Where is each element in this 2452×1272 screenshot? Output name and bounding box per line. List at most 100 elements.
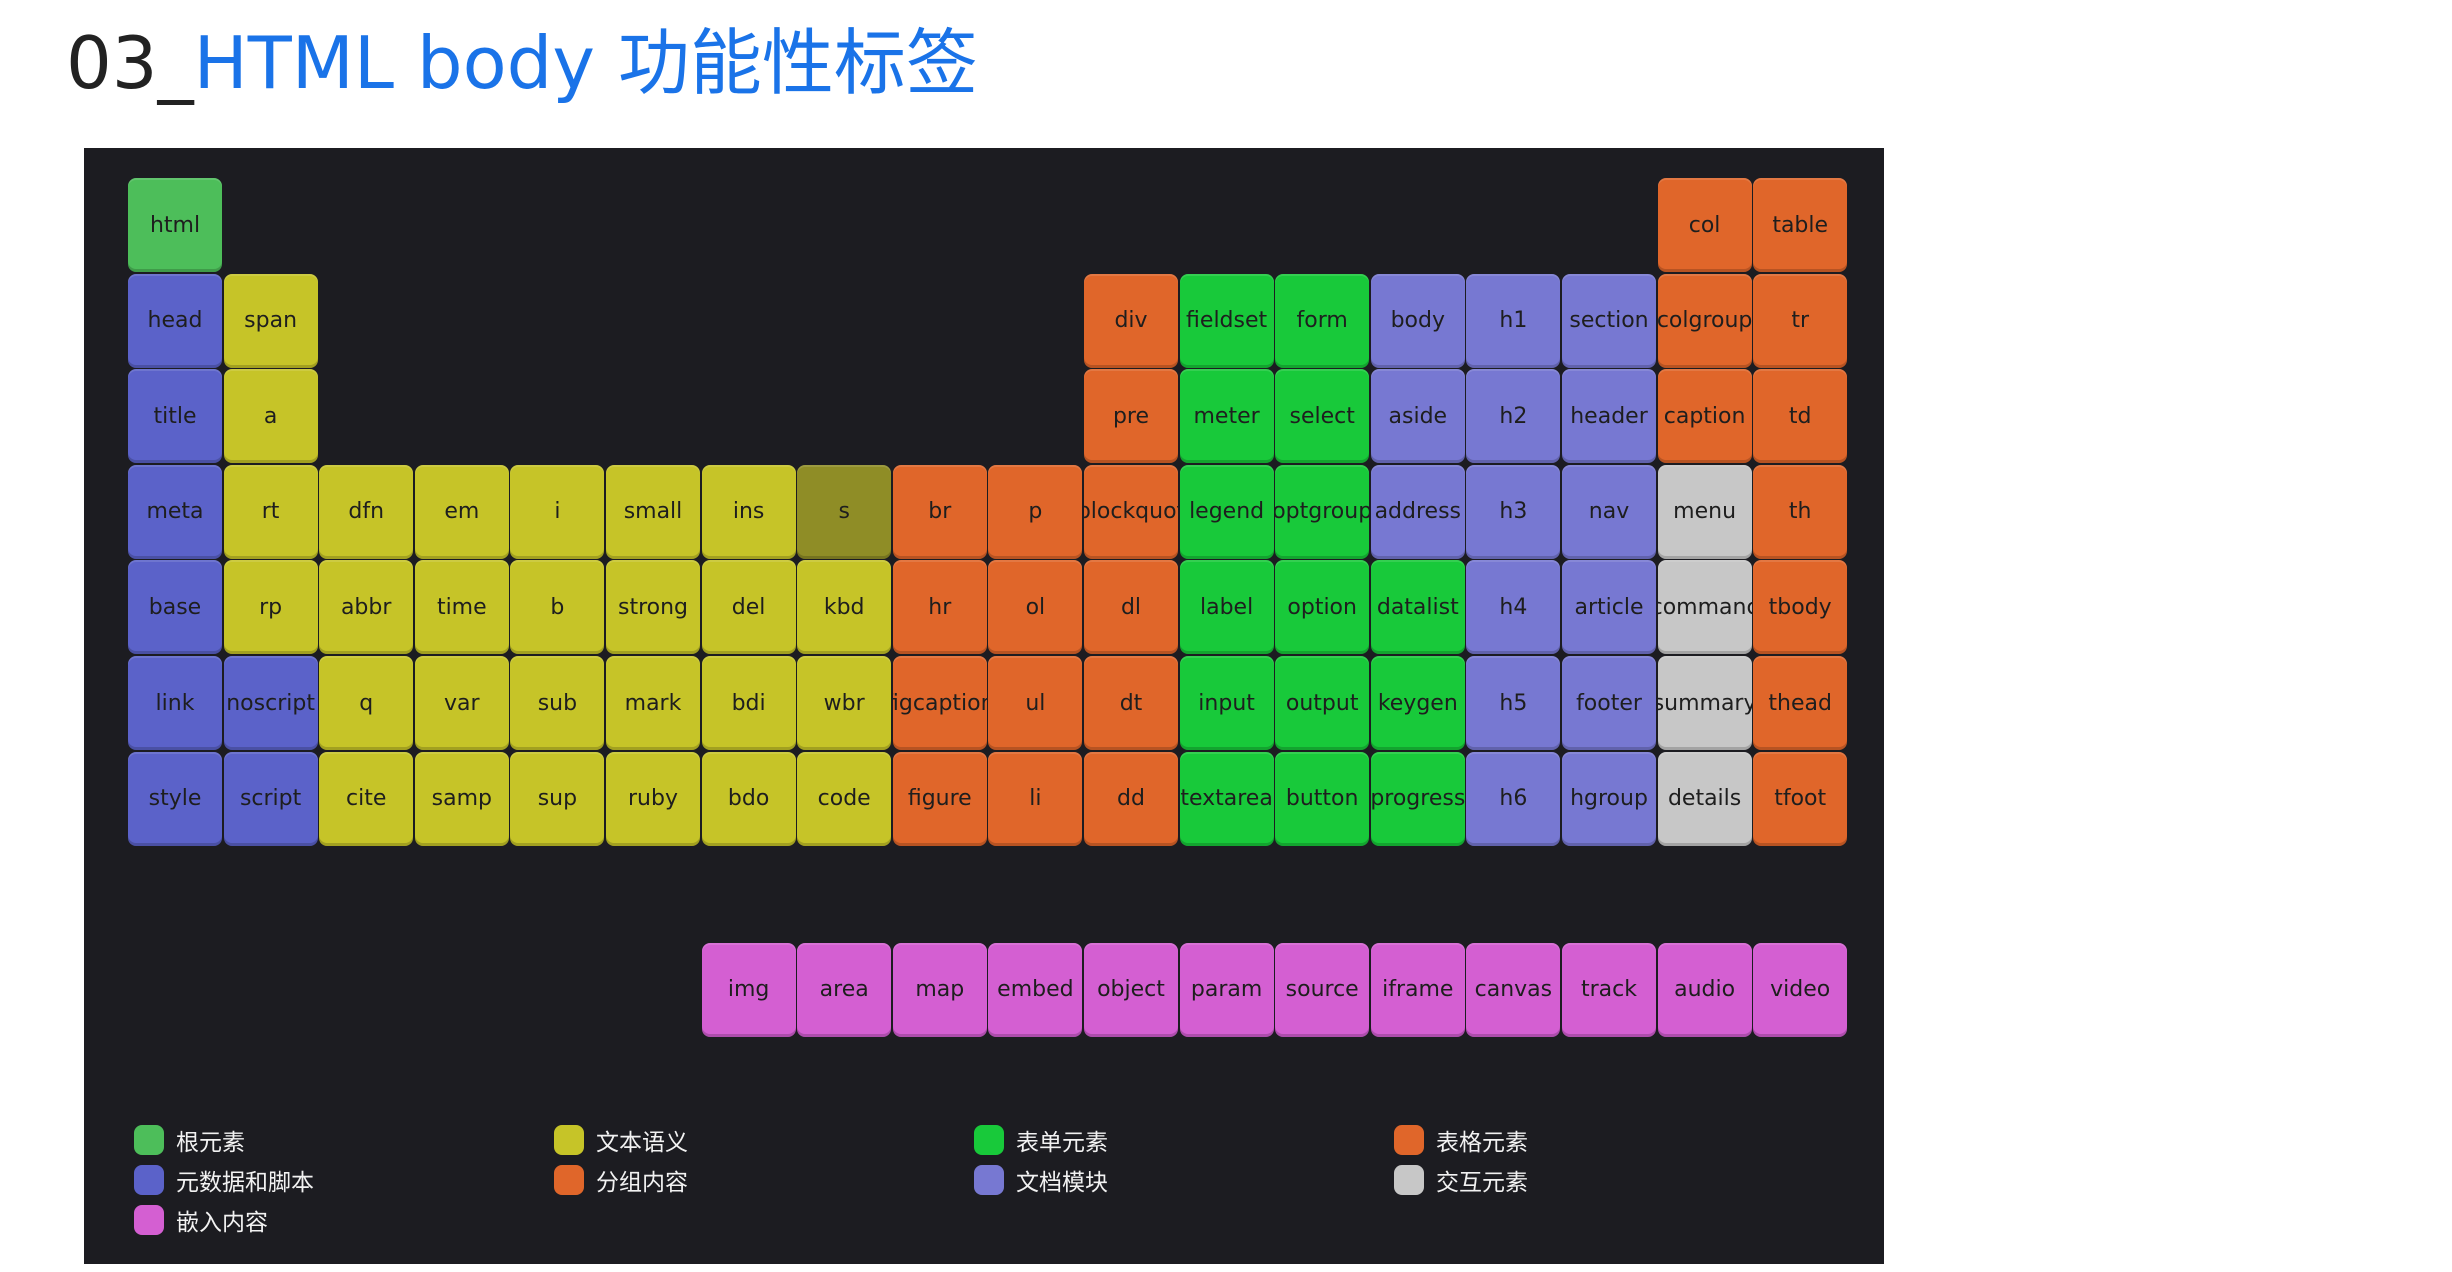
element-tile-noscript: noscript	[223, 656, 318, 750]
legend-label: 文本语义	[596, 1130, 688, 1156]
element-tile-hgroup: hgroup	[1562, 751, 1656, 846]
legend-item: 根元素	[134, 1122, 245, 1158]
element-tile-section: section	[1562, 273, 1656, 368]
element-tile-wbr: wbr	[797, 656, 892, 750]
element-tile-details: details	[1657, 751, 1752, 846]
legend-swatch	[134, 1165, 164, 1195]
legend-label: 表单元素	[1016, 1130, 1108, 1156]
element-tile-keygen: keygen	[1370, 656, 1465, 750]
element-tile-audio: audio	[1657, 942, 1752, 1037]
legend-item: 分组内容	[554, 1162, 688, 1198]
element-tile-time: time	[414, 560, 509, 655]
element-tile-tfoot: tfoot	[1753, 751, 1848, 846]
element-tile-header: header	[1562, 369, 1656, 464]
element-tile-b: b	[510, 560, 605, 655]
element-tile-link: link	[128, 656, 222, 750]
element-tile-embed: embed	[988, 942, 1083, 1037]
element-tile-small: small	[606, 464, 700, 559]
element-tile-h1: h1	[1466, 273, 1561, 368]
legend-item: 表格元素	[1394, 1122, 1528, 1158]
element-tile-track: track	[1562, 942, 1656, 1037]
element-tile-p: p	[988, 464, 1083, 559]
element-tile-mark: mark	[606, 656, 700, 750]
legend-item: 元数据和脚本	[134, 1162, 314, 1198]
element-tile-optgroup: optgroup	[1275, 464, 1370, 559]
element-tile-select: select	[1275, 369, 1370, 464]
element-tile-html: html	[128, 178, 222, 272]
element-tile-area: area	[797, 942, 892, 1037]
legend-item: 嵌入内容	[134, 1202, 268, 1238]
element-tile-hr: hr	[892, 560, 987, 655]
element-tile-span: span	[223, 273, 318, 368]
element-tile-script: script	[223, 751, 318, 846]
element-tile-rt: rt	[223, 464, 318, 559]
element-tile-output: output	[1275, 656, 1370, 750]
element-tile-del: del	[701, 560, 796, 655]
element-tile-dd: dd	[1084, 751, 1178, 846]
element-tile-colgroup: colgroup	[1657, 273, 1752, 368]
legend-swatch	[1394, 1165, 1424, 1195]
legend-item: 文档模块	[974, 1162, 1108, 1198]
element-tile-canvas: canvas	[1466, 942, 1561, 1037]
element-tile-aside: aside	[1370, 369, 1465, 464]
element-tile-div: div	[1084, 273, 1178, 368]
legend-item: 表单元素	[974, 1122, 1108, 1158]
element-tile-s: s	[797, 464, 892, 559]
element-tile-video: video	[1753, 942, 1848, 1037]
element-tile-summary: summary	[1657, 656, 1752, 750]
element-tile-h3: h3	[1466, 464, 1561, 559]
legend-label: 分组内容	[596, 1170, 688, 1196]
element-tile-textarea: textarea	[1179, 751, 1274, 846]
element-tile-option: option	[1275, 560, 1370, 655]
element-tile-tr: tr	[1753, 273, 1848, 368]
element-tile-meter: meter	[1179, 369, 1274, 464]
element-tile-article: article	[1562, 560, 1656, 655]
element-tile-ins: ins	[701, 464, 796, 559]
element-tile-sub: sub	[510, 656, 605, 750]
element-tile-th: th	[1753, 464, 1848, 559]
element-tile-i: i	[510, 464, 605, 559]
element-tile-img: img	[701, 942, 796, 1037]
element-tile-bdi: bdi	[701, 656, 796, 750]
element-tile-a: a	[223, 369, 318, 464]
legend-swatch	[1394, 1125, 1424, 1155]
element-tile-datalist: datalist	[1370, 560, 1465, 655]
element-tile-dt: dt	[1084, 656, 1178, 750]
element-tile-nav: nav	[1562, 464, 1656, 559]
element-tile-meta: meta	[128, 464, 222, 559]
element-tile-figcaption: figcaption	[892, 656, 987, 750]
element-tile-ul: ul	[988, 656, 1083, 750]
element-tile-thead: thead	[1753, 656, 1848, 750]
element-tile-style: style	[128, 751, 222, 846]
legend-swatch	[974, 1125, 1004, 1155]
element-tile-head: head	[128, 273, 222, 368]
legend-label: 交互元素	[1436, 1170, 1528, 1196]
element-tile-footer: footer	[1562, 656, 1656, 750]
element-tile-sup: sup	[510, 751, 605, 846]
legend-item: 交互元素	[1394, 1162, 1528, 1198]
element-tile-fieldset: fieldset	[1179, 273, 1274, 368]
element-tile-h5: h5	[1466, 656, 1561, 750]
legend-label: 根元素	[176, 1130, 245, 1156]
title-prefix: 03_	[66, 21, 194, 105]
legend-label: 文档模块	[1016, 1170, 1108, 1196]
element-tile-dl: dl	[1084, 560, 1178, 655]
legend-label: 元数据和脚本	[176, 1170, 314, 1196]
element-tile-td: td	[1753, 369, 1848, 464]
element-tile-rp: rp	[223, 560, 318, 655]
element-tile-base: base	[128, 560, 222, 655]
element-tile-col: col	[1657, 178, 1752, 272]
element-tile-param: param	[1179, 942, 1274, 1037]
legend-swatch	[974, 1165, 1004, 1195]
element-tile-legend: legend	[1179, 464, 1274, 559]
element-tile-progress: progress	[1370, 751, 1465, 846]
element-tile-caption: caption	[1657, 369, 1752, 464]
element-tile-source: source	[1275, 942, 1370, 1037]
element-tile-bdo: bdo	[701, 751, 796, 846]
element-tile-samp: samp	[414, 751, 509, 846]
element-tile-var: var	[414, 656, 509, 750]
legend-swatch	[134, 1205, 164, 1235]
element-tile-tbody: tbody	[1753, 560, 1848, 655]
element-tile-button: button	[1275, 751, 1370, 846]
element-tile-dfn: dfn	[319, 464, 414, 559]
